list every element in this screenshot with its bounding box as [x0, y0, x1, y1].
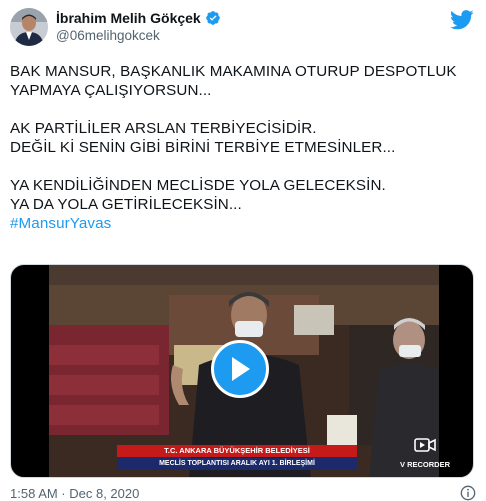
tweet-line: AK PARTİLİLER ARSLAN TERBİYECİSİDİR. — [10, 120, 317, 137]
tweet-footer: 1:58 AM · Dec 8, 2020 — [10, 485, 476, 501]
play-icon — [232, 357, 250, 381]
tweet-header: İbrahim Melih Gökçek @06melihgokcek — [10, 8, 476, 50]
twitter-bird-icon[interactable] — [450, 10, 474, 30]
recorder-watermark: V RECORDER — [395, 437, 455, 469]
tweet-card: İbrahim Melih Gökçek @06melihgokcek BAK … — [0, 0, 486, 501]
info-icon[interactable] — [460, 485, 476, 501]
tweet-line-break — [10, 157, 476, 176]
recorder-label: V RECORDER — [399, 460, 450, 469]
tweet-line: YA KENDİLİĞİNDEN MECLİSDE YOLA GELECEKSİ… — [10, 177, 386, 194]
caption-title: T.C. ANKARA BÜYÜKŞEHİR BELEDİYESİ — [117, 445, 357, 457]
caption-subtitle: MECLİS TOPLANTISI ARALIK AYI 1. BİRLEŞİM… — [117, 458, 357, 470]
video-camera-icon — [414, 438, 436, 452]
author-name-row: İbrahim Melih Gökçek — [56, 10, 221, 26]
tweet-timestamp[interactable]: 1:58 AM · Dec 8, 2020 — [10, 486, 139, 501]
avatar[interactable] — [10, 8, 48, 46]
tweet-line-break — [10, 100, 476, 119]
tweet-line: YA DA YOLA GETİRİLECEKSİN... — [10, 196, 242, 213]
author-handle[interactable]: @06melihgokcek — [56, 28, 221, 43]
hashtag-link[interactable]: #MansurYavas — [10, 214, 476, 233]
author-info: İbrahim Melih Gökçek @06melihgokcek — [56, 10, 221, 43]
tweet-text: BAK MANSUR, BAŞKANLIK MAKAMINA OTURUP DE… — [10, 62, 476, 233]
verified-badge-icon — [205, 11, 220, 25]
tweet-line: DEĞİL Kİ SENİN GİBİ BİRİNİ TERBİYE ETMES… — [10, 139, 396, 156]
author-name[interactable]: İbrahim Melih Gökçek — [56, 10, 201, 26]
video-caption: T.C. ANKARA BÜYÜKŞEHİR BELEDİYESİ MECLİS… — [117, 445, 357, 471]
tweet-line: BAK MANSUR, BAŞKANLIK MAKAMINA OTURUP DE… — [10, 63, 457, 80]
tweet-line: YAPMAYA ÇALIŞIYORSUN... — [10, 82, 212, 99]
video-player[interactable]: T.C. ANKARA BÜYÜKŞEHİR BELEDİYESİ MECLİS… — [10, 264, 474, 478]
play-button[interactable] — [211, 340, 269, 398]
